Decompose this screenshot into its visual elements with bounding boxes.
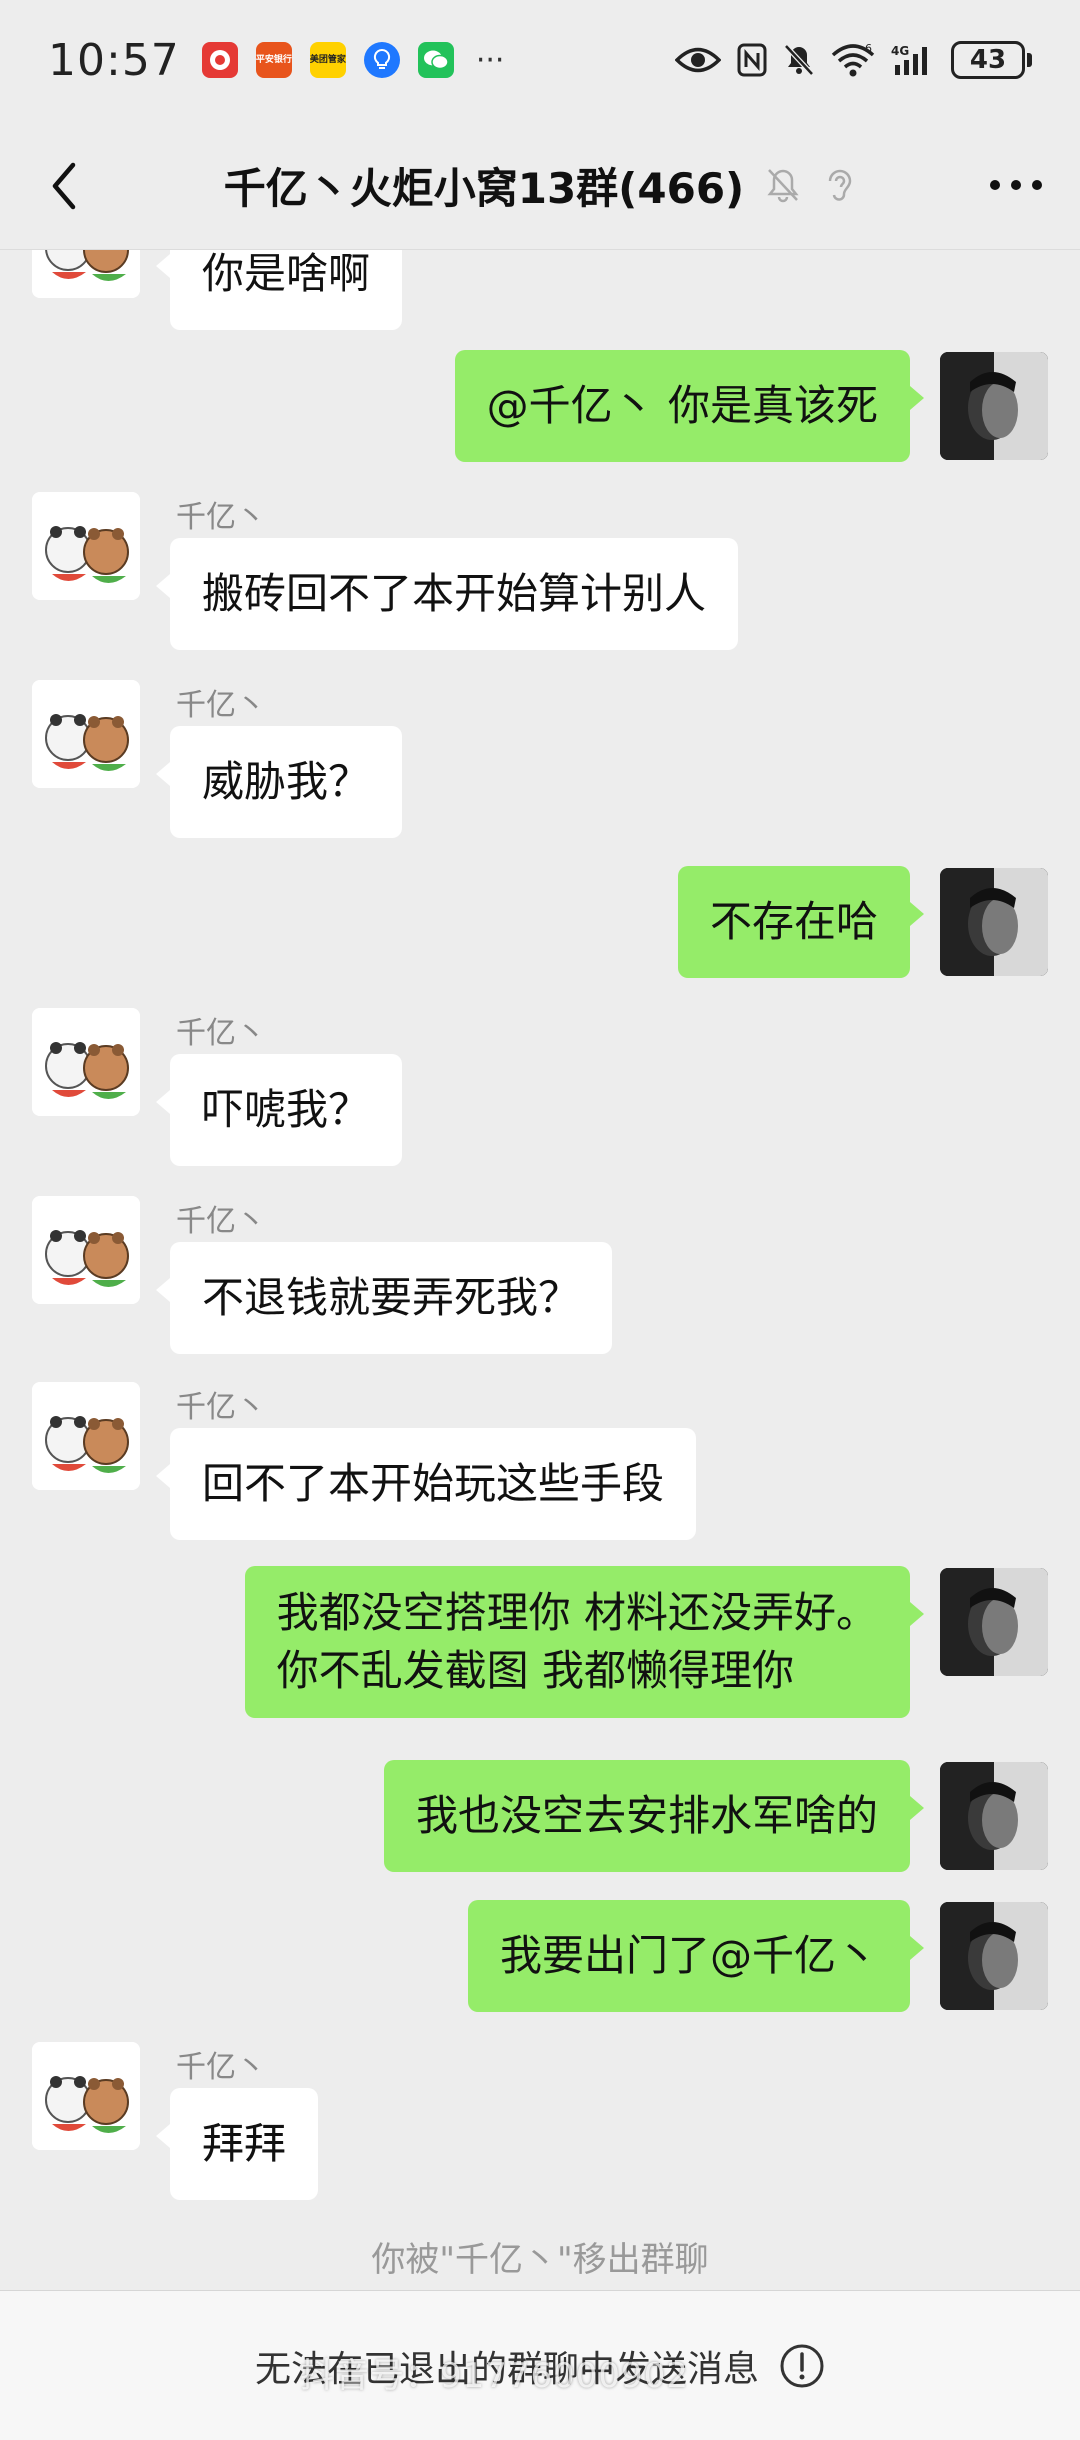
message-row: 千亿丶 不退钱就要弄死我？ [0,1196,1080,1376]
notification-app-icons: 平安银行 美团管家 ··· [201,42,505,78]
sender-name: 千亿丶 [176,1016,266,1051]
status-bar: 10:57 平安银行 美团管家 ··· 6 4G 43 [0,0,1080,120]
svg-text:6: 6 [865,43,872,55]
battery-icon: 43 [951,41,1032,79]
sender-name: 千亿丶 [176,688,266,723]
sender-name: 千亿丶 [176,2050,266,2085]
meituan-icon: 美团管家 [309,42,346,78]
message-row: 我也没空去安排水军啥的 [0,1760,1080,1872]
avatar[interactable] [940,1902,1048,2010]
avatar[interactable] [32,680,140,788]
message-bubble[interactable]: 拜拜 [155,2088,319,2200]
nfc-icon [737,43,767,77]
message-list[interactable]: 你是啥啊 @千亿丶 你是真该死 千亿丶 搬砖回不了本开始算计别人 千亿丶 威胁我… [0,250,1080,2290]
pingan-icon [201,42,238,78]
message-bubble[interactable]: 我都没空搭理你 材料还没弄好。 你不乱发截图 我都懒得理你 [244,1566,925,1718]
man-portrait-avatar [940,1568,1048,1676]
bears-sticker-avatar [32,680,140,788]
eye-icon [675,45,721,75]
man-portrait-avatar [940,1762,1048,1870]
message-bubble[interactable]: 我也没空去安排水军啥的 [383,1760,925,1872]
bears-sticker-avatar [32,492,140,600]
message-bubble[interactable]: 回不了本开始玩这些手段 [155,1428,697,1540]
message-line: 我都没空搭理你 材料还没弄好。 [276,1588,878,1637]
message-row: 千亿丶 吓唬我？ [0,1008,1080,1188]
avatar[interactable] [32,250,140,298]
status-time: 10:57 [48,34,180,86]
avatar[interactable] [940,1568,1048,1676]
avatar[interactable] [32,1008,140,1116]
more-dots-icon [990,180,1042,190]
pingan-bank-icon: 平安银行 [255,42,292,78]
message-line: 你不乱发截图 我都懒得理你 [276,1646,794,1695]
avatar[interactable] [32,492,140,600]
avatar[interactable] [940,1762,1048,1870]
man-portrait-avatar [940,1902,1048,2010]
info-icon[interactable] [779,2343,825,2389]
chevron-left-icon [52,162,76,210]
message-bubble[interactable]: 我要出门了@千亿丶 [467,1900,925,2012]
message-row: 千亿丶 威胁我？ [0,680,1080,860]
chat-info-button[interactable] [986,160,1046,210]
message-bubble[interactable]: 威胁我？ [155,726,403,838]
douyin-watermark: 抖音号：91776000902 [300,2356,689,2396]
back-button[interactable] [36,158,92,214]
more-notifications-icon: ··· [475,42,505,78]
message-bubble[interactable]: 搬砖回不了本开始算计别人 [155,538,739,650]
system-message: 你被"千亿丶"移出群聊 [371,2240,709,2280]
chat-title[interactable]: 千亿丶火炬小窝13群(466) [224,155,745,216]
bears-sticker-avatar [32,2042,140,2150]
chat-title-wrap: 千亿丶火炬小窝13群(466) [0,120,1080,250]
bears-sticker-avatar [32,1008,140,1116]
earpiece-mode-icon [822,165,856,205]
bell-muted-icon [764,165,802,205]
message-bubble[interactable]: @千亿丶 你是真该死 [454,350,925,462]
message-row: 千亿丶 搬砖回不了本开始算计别人 [0,492,1080,672]
message-row: @千亿丶 你是真该死 [0,350,1080,462]
avatar[interactable] [940,352,1048,460]
bell-muted-icon [783,43,815,77]
wifi-icon: 6 [831,43,875,77]
message-bubble[interactable]: 你是啥啊 [155,250,403,330]
message-row: 我要出门了@千亿丶 [0,1900,1080,2012]
wechat-icon [417,42,454,78]
lightbulb-app-icon [363,42,400,78]
chat-header: 千亿丶火炬小窝13群(466) [0,120,1080,250]
cell-signal-icon: 4G [891,43,935,77]
avatar[interactable] [32,1382,140,1490]
sender-name: 千亿丶 [176,500,266,535]
message-bubble[interactable]: 不退钱就要弄死我？ [155,1242,613,1354]
avatar[interactable] [32,1196,140,1304]
message-bubble[interactable]: 不存在哈 [677,866,925,978]
man-portrait-avatar [940,868,1048,976]
sender-name: 千亿丶 [176,1204,266,1239]
status-right: 6 4G 43 [675,41,1032,79]
bears-sticker-avatar [32,1382,140,1490]
message-row: 不存在哈 [0,866,1080,978]
sender-name: 千亿丶 [176,1390,266,1425]
message-row: 我都没空搭理你 材料还没弄好。 你不乱发截图 我都懒得理你 [0,1566,1080,1736]
bears-sticker-avatar [32,1196,140,1304]
bears-sticker-avatar [32,250,140,298]
avatar[interactable] [32,2042,140,2150]
battery-level: 43 [951,41,1025,79]
avatar[interactable] [940,868,1048,976]
message-row: 千亿丶 拜拜 [0,2042,1080,2222]
message-row: 千亿丶 回不了本开始玩这些手段 [0,1382,1080,1562]
message-bubble[interactable]: 吓唬我？ [155,1054,403,1166]
man-portrait-avatar [940,352,1048,460]
svg-text:4G: 4G [891,44,909,58]
